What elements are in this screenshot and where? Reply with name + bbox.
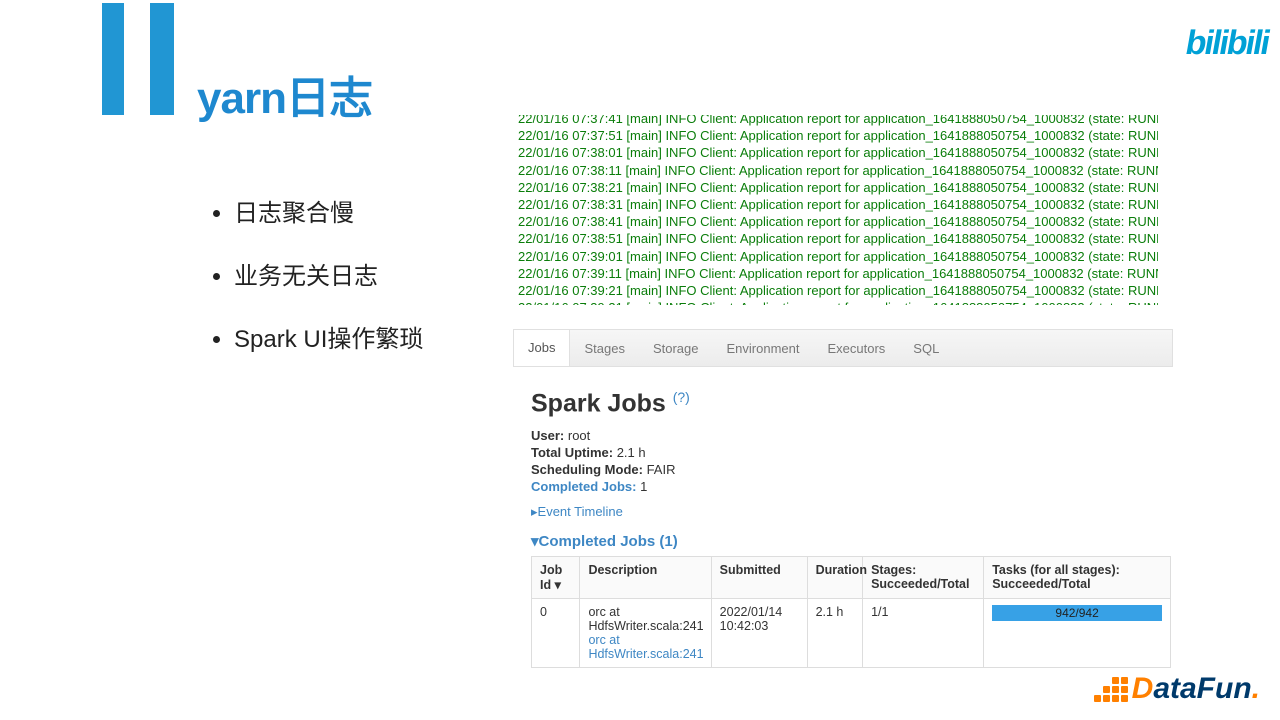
kv-uptime: Total Uptime: 2.1 h: [531, 445, 1155, 460]
table-header-row: Job Id ▾ Description Submitted Duration …: [532, 557, 1171, 599]
kv-completed: Completed Jobs: 1: [531, 479, 1155, 494]
tab-stages[interactable]: Stages: [570, 341, 638, 356]
col-description[interactable]: Description: [580, 557, 711, 599]
jobs-table: Job Id ▾ Description Submitted Duration …: [531, 556, 1171, 668]
cell-submitted: 2022/01/14 10:42:03: [711, 599, 807, 668]
bullet-item: 业务无关日志: [234, 263, 423, 292]
desc-link[interactable]: orc at HdfsWriter.scala:241: [588, 633, 702, 661]
cell-duration: 2.1 h: [807, 599, 863, 668]
log-line: 22/01/16 07:39:11 [main] INFO Client: Ap…: [518, 265, 1158, 282]
bilibili-logo: bilibili: [1182, 24, 1271, 63]
cell-stages: 1/1: [863, 599, 984, 668]
datafun-rest: ataFun: [1153, 672, 1251, 706]
col-stages[interactable]: Stages: Succeeded/Total: [863, 557, 984, 599]
tab-sql[interactable]: SQL: [899, 341, 953, 356]
datafun-logo: DataFun.: [1094, 672, 1260, 706]
accent-bar-1: [102, 3, 124, 115]
col-jobid[interactable]: Job Id ▾: [532, 557, 580, 599]
tab-jobs[interactable]: Jobs: [514, 330, 570, 366]
log-line: 22/01/16 07:38:51 [main] INFO Client: Ap…: [518, 230, 1158, 247]
spark-tabs: Jobs Stages Storage Environment Executor…: [513, 329, 1173, 367]
cell-tasks: 942/942: [984, 599, 1171, 668]
cell-description: orc at HdfsWriter.scala:241 orc at HdfsW…: [580, 599, 711, 668]
col-submitted[interactable]: Submitted: [711, 557, 807, 599]
completed-jobs-header[interactable]: Completed Jobs (1): [531, 532, 1155, 550]
accent-bar-2: [150, 3, 174, 115]
col-duration[interactable]: Duration: [807, 557, 863, 599]
log-line: 22/01/16 07:38:11 [main] INFO Client: Ap…: [518, 162, 1158, 179]
kv-scheduling: Scheduling Mode: FAIR: [531, 462, 1155, 477]
datafun-d: D: [1132, 672, 1154, 706]
spark-heading: Spark Jobs (?): [531, 389, 1155, 418]
log-line: 22/01/16 07:39:31 [main] INFO Client: Ap…: [518, 299, 1158, 305]
log-line: 22/01/16 07:37:41 [main] INFO Client: Ap…: [518, 115, 1158, 127]
spark-ui-panel: Jobs Stages Storage Environment Executor…: [513, 329, 1173, 676]
task-progress-bar: 942/942: [992, 605, 1162, 621]
bullet-list: 日志聚合慢 业务无关日志 Spark UI操作繁琐: [170, 200, 423, 388]
bullet-item: Spark UI操作繁琐: [234, 326, 423, 355]
log-line: 22/01/16 07:38:01 [main] INFO Client: Ap…: [518, 144, 1158, 161]
yarn-log-output: 22/01/16 07:37:31 [main] INFO Client: Ap…: [518, 115, 1158, 305]
cell-jobid: 0: [532, 599, 580, 668]
desc-text: orc at HdfsWriter.scala:241: [588, 605, 703, 633]
col-tasks[interactable]: Tasks (for all stages): Succeeded/Total: [984, 557, 1171, 599]
bullet-item: 日志聚合慢: [234, 200, 423, 229]
log-line: 22/01/16 07:39:21 [main] INFO Client: Ap…: [518, 282, 1158, 299]
kv-user: User: root: [531, 428, 1155, 443]
slide: yarn日志 bilibili 日志聚合慢 业务无关日志 Spark UI操作繁…: [0, 0, 1280, 720]
tab-environment[interactable]: Environment: [713, 341, 814, 356]
datafun-dots-icon: [1094, 675, 1128, 703]
spark-body: Spark Jobs (?) User: root Total Uptime: …: [513, 367, 1173, 676]
log-line: 22/01/16 07:37:51 [main] INFO Client: Ap…: [518, 127, 1158, 144]
log-line: 22/01/16 07:39:01 [main] INFO Client: Ap…: [518, 248, 1158, 265]
tab-storage[interactable]: Storage: [639, 341, 713, 356]
tab-executors[interactable]: Executors: [813, 341, 899, 356]
event-timeline-toggle[interactable]: Event Timeline: [531, 504, 1155, 520]
spark-heading-text: Spark Jobs: [531, 389, 673, 417]
slide-title: yarn日志: [197, 62, 372, 126]
datafun-period: .: [1252, 672, 1260, 706]
log-line: 22/01/16 07:38:41 [main] INFO Client: Ap…: [518, 213, 1158, 230]
help-icon[interactable]: (?): [673, 389, 690, 405]
task-progress-text: 942/942: [992, 605, 1162, 621]
log-line: 22/01/16 07:38:21 [main] INFO Client: Ap…: [518, 179, 1158, 196]
table-row[interactable]: 0 orc at HdfsWriter.scala:241 orc at Hdf…: [532, 599, 1171, 668]
log-line: 22/01/16 07:38:31 [main] INFO Client: Ap…: [518, 196, 1158, 213]
